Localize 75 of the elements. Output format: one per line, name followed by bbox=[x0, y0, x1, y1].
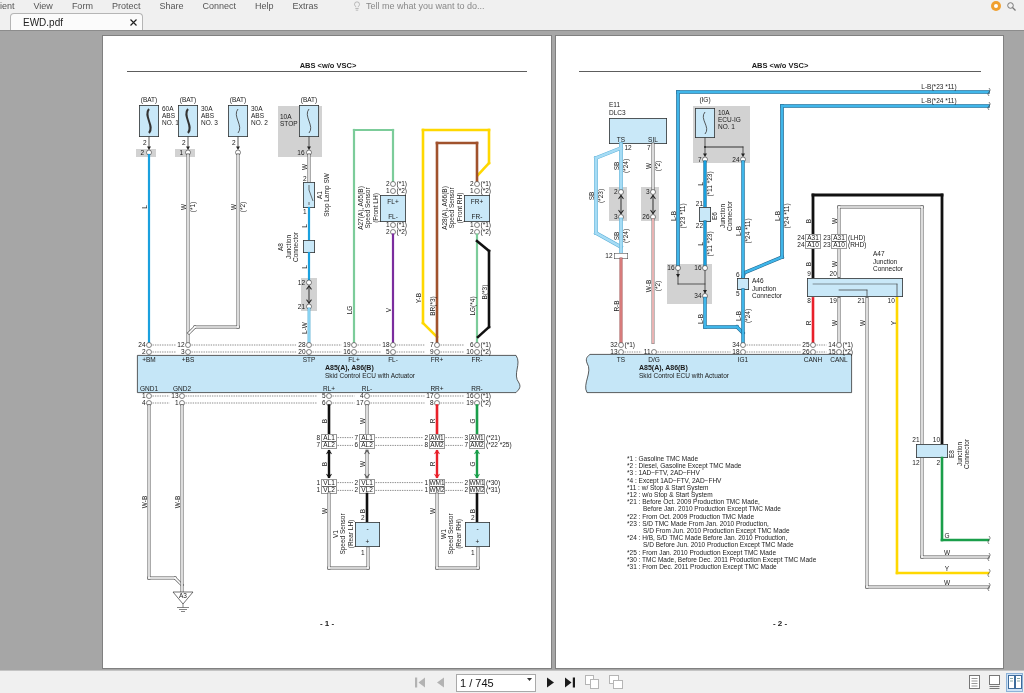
menu-item[interactable]: Share bbox=[159, 1, 184, 11]
connector-pin-icon bbox=[740, 156, 746, 163]
wire bbox=[327, 404, 331, 436]
facing-pages-icon bbox=[1007, 675, 1022, 689]
last-page-button[interactable] bbox=[564, 675, 576, 689]
inline-connector bbox=[614, 253, 628, 259]
single-page-icon bbox=[969, 675, 980, 689]
pages-icon bbox=[585, 675, 599, 689]
wire bbox=[435, 404, 439, 436]
menu-item[interactable]: Help bbox=[254, 1, 274, 11]
menu-item[interactable]: ient bbox=[0, 1, 15, 11]
last-page-icon bbox=[565, 676, 575, 688]
connector-pin-icon bbox=[235, 149, 241, 156]
connector-pin-icon bbox=[146, 149, 152, 156]
fuse-icon bbox=[228, 105, 248, 137]
connector-pin-icon bbox=[306, 149, 312, 156]
wire bbox=[307, 153, 311, 184]
page-number: - 1 - bbox=[319, 619, 335, 628]
connector-pin-icon bbox=[702, 156, 708, 163]
wire bbox=[364, 449, 370, 479]
connector-pin-icon bbox=[702, 293, 708, 299]
document-tab[interactable]: EWD.pdf bbox=[10, 13, 143, 30]
junction-connector bbox=[737, 278, 749, 290]
fuse-icon bbox=[178, 105, 198, 137]
view-mode-button[interactable] bbox=[986, 672, 1003, 692]
menu-item[interactable]: Connect bbox=[202, 1, 236, 11]
pages-icon bbox=[609, 675, 623, 689]
menu-item[interactable]: Form bbox=[71, 1, 93, 11]
wire bbox=[650, 194, 656, 215]
lightbulb-icon bbox=[352, 1, 362, 11]
search-icon[interactable] bbox=[1007, 1, 1016, 11]
next-page-icon bbox=[546, 676, 554, 688]
switch-icon bbox=[303, 182, 315, 208]
wire bbox=[651, 142, 655, 191]
wire bbox=[307, 251, 311, 282]
wire bbox=[365, 404, 369, 436]
wire bbox=[474, 449, 480, 479]
dlc-connector bbox=[609, 118, 667, 144]
tell-me-field[interactable]: Tell me what you want to do... bbox=[366, 0, 536, 12]
fuse-icon bbox=[299, 105, 319, 137]
view-mode-button[interactable] bbox=[1006, 672, 1023, 692]
next-page-button[interactable] bbox=[544, 675, 556, 689]
connector-pin-icon bbox=[650, 214, 656, 220]
junction-connector bbox=[916, 444, 948, 458]
first-page-icon bbox=[415, 676, 425, 688]
menu-item[interactable]: View bbox=[33, 1, 53, 11]
junction-connector bbox=[303, 240, 315, 253]
connector-pin-icon bbox=[618, 214, 624, 220]
connector-pin-icon bbox=[618, 189, 624, 195]
wire bbox=[306, 285, 312, 304]
page-field[interactable]: 1 / 745 bbox=[456, 674, 536, 692]
close-icon[interactable] bbox=[130, 18, 137, 26]
connector-pin-icon bbox=[185, 149, 191, 156]
menu-item[interactable]: Extras bbox=[292, 1, 318, 11]
wire bbox=[307, 206, 311, 242]
connector-pin-icon bbox=[702, 265, 708, 271]
fuse-icon bbox=[139, 105, 159, 137]
connector-pin-icon bbox=[306, 303, 312, 310]
connector-pin-icon bbox=[675, 265, 681, 271]
connector-shading bbox=[667, 264, 712, 304]
wire bbox=[307, 307, 311, 344]
connector-pin-icon bbox=[306, 279, 312, 286]
menu-item[interactable]: Protect bbox=[111, 1, 141, 11]
junction-connector bbox=[699, 207, 711, 222]
connector-pin-icon bbox=[650, 189, 656, 195]
wire bbox=[434, 449, 440, 479]
page-number: - 2 - bbox=[772, 619, 788, 628]
view-mode-button[interactable] bbox=[966, 672, 983, 692]
wire bbox=[326, 449, 332, 479]
caret-icon[interactable] bbox=[527, 678, 532, 681]
fuse-icon bbox=[695, 108, 715, 138]
connector-pin-icon bbox=[651, 349, 657, 355]
continuous-pages-icon bbox=[989, 675, 1000, 689]
wire bbox=[475, 404, 479, 436]
previous-page-icon bbox=[436, 676, 444, 688]
